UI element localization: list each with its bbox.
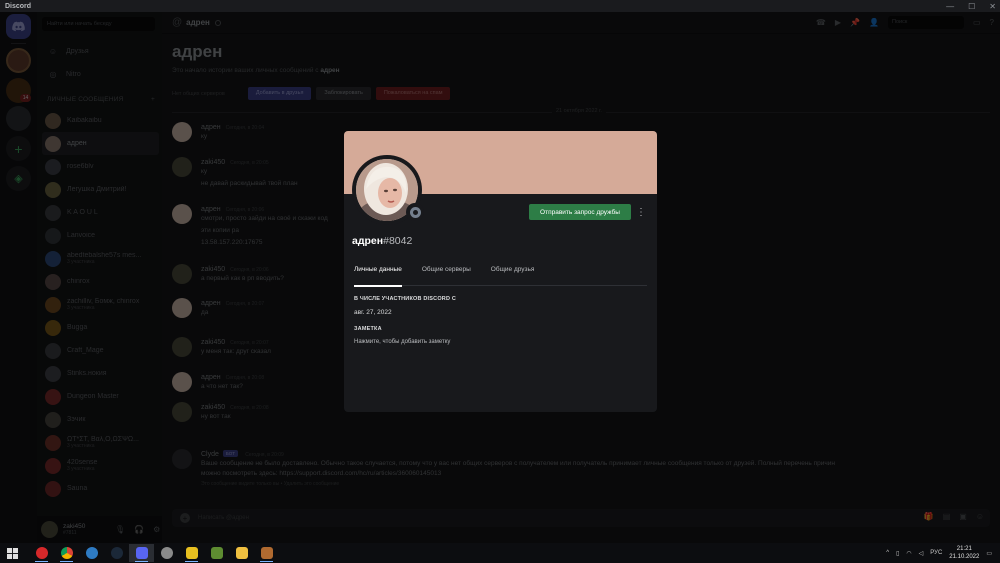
taskbar-clock[interactable]: 21:21 21.10.2022 (949, 545, 979, 561)
device-icon[interactable]: ▯ (896, 550, 899, 557)
system-tray: ^ ▯ ◠ ◁ РУС 21:21 21.10.2022 ▭ (886, 545, 992, 561)
maximize-icon[interactable]: ☐ (968, 2, 975, 11)
package-app-icon[interactable] (254, 544, 279, 562)
minimize-icon[interactable]: — (946, 2, 954, 11)
profile-tabs: Личные данные Общие серверы Общие друзья (354, 266, 647, 287)
clock-time: 21:21 (956, 546, 972, 552)
chrome-icon[interactable] (54, 544, 79, 562)
more-options-icon[interactable]: ⋮ (636, 204, 646, 220)
tab-mutual-friends[interactable]: Общие друзья (491, 266, 535, 286)
windows-taskbar: ^ ▯ ◠ ◁ РУС 21:21 21.10.2022 ▭ (0, 543, 1000, 563)
window-title: Discord (5, 2, 32, 10)
steam-icon[interactable] (104, 544, 129, 562)
discord-taskbar-icon[interactable] (129, 544, 154, 562)
member-since-date: авг. 27, 2022 (354, 309, 392, 316)
window-controls: — ☐ ✕ (946, 0, 996, 12)
window-titlebar: Discord — ☐ ✕ (0, 0, 1000, 12)
network-icon[interactable]: ◠ (906, 550, 911, 557)
game-launcher-icon[interactable] (179, 544, 204, 562)
taskbar-apps (29, 544, 279, 562)
file-explorer-icon[interactable] (229, 544, 254, 562)
note-header: ЗАМЕТКА (354, 326, 382, 332)
windows-start-icon[interactable] (7, 548, 18, 559)
profile-username: адрен#8042 (352, 235, 413, 247)
close-icon[interactable]: ✕ (989, 2, 996, 11)
note-input[interactable]: Нажмите, чтобы добавить заметку (354, 339, 450, 345)
clock-date: 21.10.2022 (949, 554, 980, 560)
browser-icon[interactable] (79, 544, 104, 562)
utility-icon[interactable] (154, 544, 179, 562)
tray-chevron-icon[interactable]: ^ (886, 550, 889, 556)
volume-icon[interactable]: ◁ (919, 550, 924, 557)
member-since-header: В ЧИСЛЕ УЧАСТНИКОВ DISCORD С (354, 296, 457, 302)
tab-mutual-servers[interactable]: Общие серверы (422, 266, 471, 286)
user-profile-modal: Отправить запрос дружбы ⋮ адрен#8042 Лич… (344, 131, 657, 412)
send-friend-request-button[interactable]: Отправить запрос дружбы (529, 204, 631, 220)
opera-icon[interactable] (29, 544, 54, 562)
minecraft-icon[interactable] (204, 544, 229, 562)
profile-avatar-ring (352, 155, 424, 225)
status-offline-icon (406, 203, 424, 221)
notifications-icon[interactable]: ▭ (986, 550, 992, 557)
tab-user-info[interactable]: Личные данные (354, 266, 402, 287)
keyboard-language[interactable]: РУС (930, 550, 942, 556)
